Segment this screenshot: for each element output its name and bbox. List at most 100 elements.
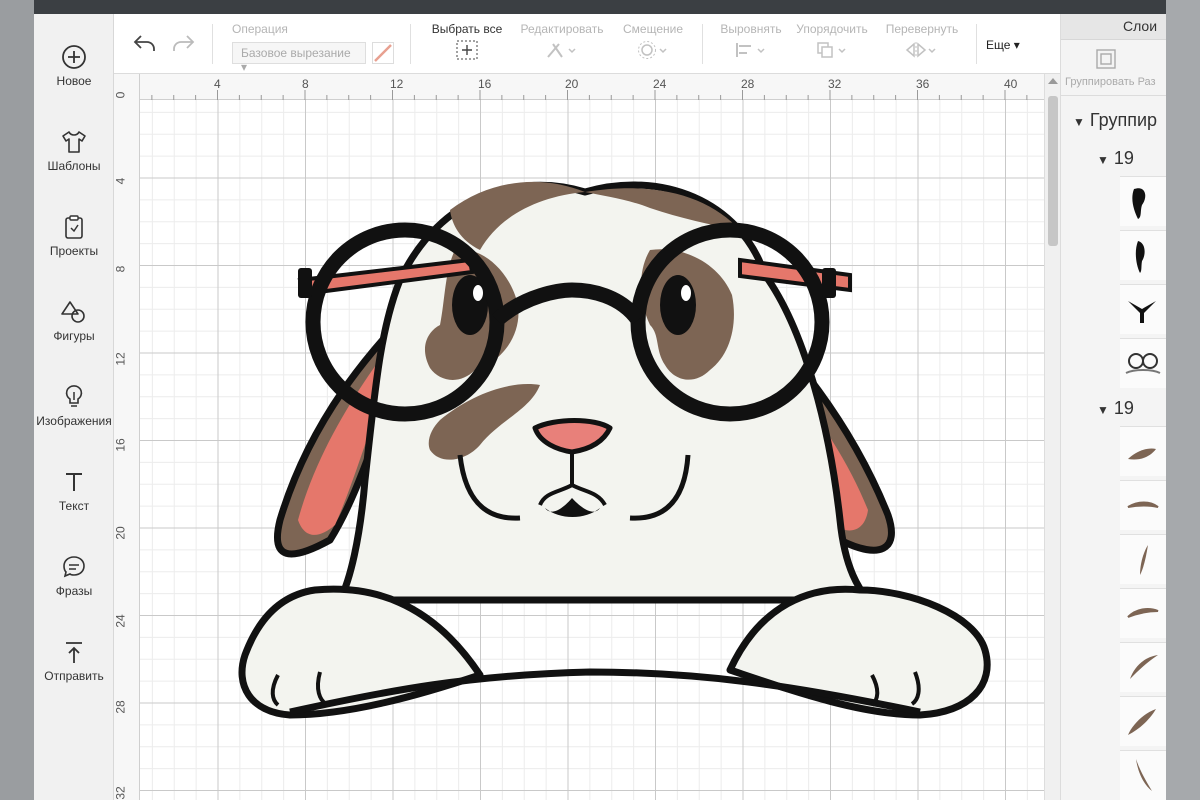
sidebar-item-new[interactable]: Новое bbox=[34, 28, 114, 108]
arrange-icon bbox=[817, 42, 846, 58]
layer-thumbnail[interactable] bbox=[1120, 642, 1166, 692]
sidebar-item-projects[interactable]: Проекты bbox=[34, 198, 114, 278]
layer-thumbnail[interactable] bbox=[1120, 230, 1166, 280]
shapes-icon bbox=[61, 301, 85, 323]
toolbar-separator bbox=[976, 24, 977, 64]
caret-down-icon: ▾ bbox=[1013, 38, 1020, 52]
text-icon bbox=[66, 473, 82, 491]
top-toolbar: Операция Базовое вырезание ▾ Выбрать все… bbox=[114, 14, 1060, 74]
sidebar-item-label: Фигуры bbox=[53, 329, 95, 343]
fur-shape-icon bbox=[1130, 655, 1158, 679]
undo-icon[interactable] bbox=[132, 32, 158, 54]
arrange-label: Упорядочить bbox=[796, 22, 868, 36]
sidebar-item-shapes[interactable]: Фигуры bbox=[34, 283, 114, 363]
bunny-artwork[interactable] bbox=[140, 100, 1044, 800]
fur-shape-icon bbox=[1128, 448, 1156, 460]
sidebar-item-label: Фразы bbox=[55, 584, 93, 598]
vertical-ruler: 0 4 8 12 16 20 24 28 32 bbox=[113, 74, 140, 800]
ruler-tick-label: 12 bbox=[113, 352, 128, 366]
sidebar-item-text[interactable]: Текст bbox=[34, 453, 114, 533]
ruler-tick-label: 8 bbox=[302, 77, 309, 91]
tshirt-icon bbox=[62, 131, 86, 153]
ruler-tick-label: 16 bbox=[478, 77, 492, 91]
expand-caret-icon: ▼ bbox=[1097, 403, 1109, 417]
select-all-label: Выбрать все bbox=[431, 22, 503, 36]
right-eye-highlight bbox=[681, 285, 691, 301]
operation-label: Операция bbox=[232, 22, 288, 36]
glasses-hinge-left bbox=[298, 268, 312, 298]
sidebar-item-upload[interactable]: Отправить bbox=[34, 623, 114, 703]
clipboard-icon bbox=[65, 215, 83, 239]
ruler-tick-label: 28 bbox=[741, 77, 755, 91]
ruler-ticks bbox=[151, 90, 1028, 100]
plus-circle-icon bbox=[62, 45, 86, 69]
sidebar-item-label: Шаблоны bbox=[47, 159, 101, 173]
sidebar-item-templates[interactable]: Шаблоны bbox=[34, 113, 114, 193]
flip-label: Перевернуть bbox=[885, 22, 959, 36]
more-menu-button[interactable]: Еще ▾ bbox=[986, 38, 1020, 52]
layer-thumbnail[interactable] bbox=[1120, 480, 1166, 530]
operation-select[interactable]: Базовое вырезание ▾ bbox=[232, 42, 366, 74]
layer-group-top[interactable]: ▼ Группир bbox=[1073, 110, 1157, 131]
ruler-tick-label: 32 bbox=[828, 77, 842, 91]
glasses-hinge-right bbox=[822, 268, 836, 298]
layer-thumbnail[interactable] bbox=[1120, 750, 1166, 800]
group-icon bbox=[1096, 49, 1116, 69]
arrange-button[interactable]: Упорядочить bbox=[794, 22, 870, 65]
redo-icon[interactable] bbox=[170, 32, 196, 54]
horizontal-ruler: 4 8 12 16 20 24 28 32 36 40 bbox=[114, 74, 1044, 100]
bunny-thumb-icon bbox=[1125, 353, 1161, 374]
edit-button[interactable]: Редактировать bbox=[516, 22, 608, 65]
ruler-tick-label: 12 bbox=[390, 77, 404, 91]
canvas-scrollbar[interactable] bbox=[1044, 74, 1060, 800]
fur-shape-icon bbox=[1136, 759, 1152, 791]
layer-thumbnail[interactable] bbox=[1120, 696, 1166, 746]
right-paw bbox=[726, 585, 991, 719]
layer-thumbnail[interactable] bbox=[1120, 588, 1166, 638]
sidebar-item-label: Изображения bbox=[36, 414, 112, 428]
ruler-tick-label: 8 bbox=[113, 265, 128, 273]
fur-shape-icon bbox=[1127, 501, 1159, 508]
fur-shape-icon bbox=[1127, 608, 1159, 618]
right-eye bbox=[660, 275, 696, 335]
ruler-tick-label: 28 bbox=[113, 700, 128, 714]
sidebar-item-label: Отправить bbox=[44, 669, 104, 683]
layer-thumbnail[interactable] bbox=[1120, 426, 1166, 476]
eye-shape-icon bbox=[1135, 241, 1145, 273]
align-button[interactable]: Выровнять bbox=[714, 22, 788, 65]
group-tool[interactable]: Группировать Раз bbox=[1061, 40, 1166, 96]
expand-caret-icon: ▼ bbox=[1073, 115, 1085, 129]
ruler-tick-label: 4 bbox=[214, 77, 221, 91]
screen-bezel-right bbox=[1166, 0, 1200, 800]
expand-caret-icon: ▼ bbox=[1097, 153, 1109, 167]
edit-tools-icon bbox=[547, 43, 576, 58]
align-label: Выровнять bbox=[720, 22, 782, 36]
layers-title: Слои bbox=[1061, 14, 1166, 40]
layer-subgroup-1[interactable]: ▼ 19 bbox=[1097, 148, 1134, 169]
fur-shape-icon bbox=[1128, 709, 1156, 735]
offset-button[interactable]: Смещение bbox=[618, 22, 688, 65]
select-all-button[interactable]: Выбрать все bbox=[430, 22, 504, 65]
speech-bubble-icon bbox=[63, 556, 85, 578]
sidebar-item-images[interactable]: Изображения bbox=[34, 368, 114, 448]
layer-thumbnail[interactable] bbox=[1120, 338, 1166, 388]
ruler-tick-label: 36 bbox=[916, 77, 930, 91]
chevron-down-icon: ▾ bbox=[241, 60, 248, 74]
layer-thumbnail[interactable] bbox=[1120, 534, 1166, 584]
line-color-icon[interactable] bbox=[372, 42, 394, 64]
upload-icon bbox=[66, 642, 82, 663]
layer-subgroup-2[interactable]: ▼ 19 bbox=[1097, 398, 1134, 419]
sidebar-item-label: Новое bbox=[56, 74, 92, 88]
sidebar-item-phrases[interactable]: Фразы bbox=[34, 538, 114, 618]
ruler-tick-label: 24 bbox=[653, 77, 667, 91]
layer-thumbnail[interactable] bbox=[1120, 176, 1166, 226]
scroll-up-arrow-icon[interactable] bbox=[1048, 78, 1058, 84]
ruler-tick-label: 24 bbox=[113, 614, 128, 628]
layer-thumbnail[interactable] bbox=[1120, 284, 1166, 334]
toolbar-separator bbox=[212, 24, 213, 64]
flip-button[interactable]: Перевернуть bbox=[882, 22, 962, 65]
offset-icon bbox=[638, 41, 667, 59]
toolbar-separator bbox=[410, 24, 411, 64]
ruler-tick-label: 20 bbox=[565, 77, 579, 91]
scroll-thumb[interactable] bbox=[1048, 96, 1058, 246]
